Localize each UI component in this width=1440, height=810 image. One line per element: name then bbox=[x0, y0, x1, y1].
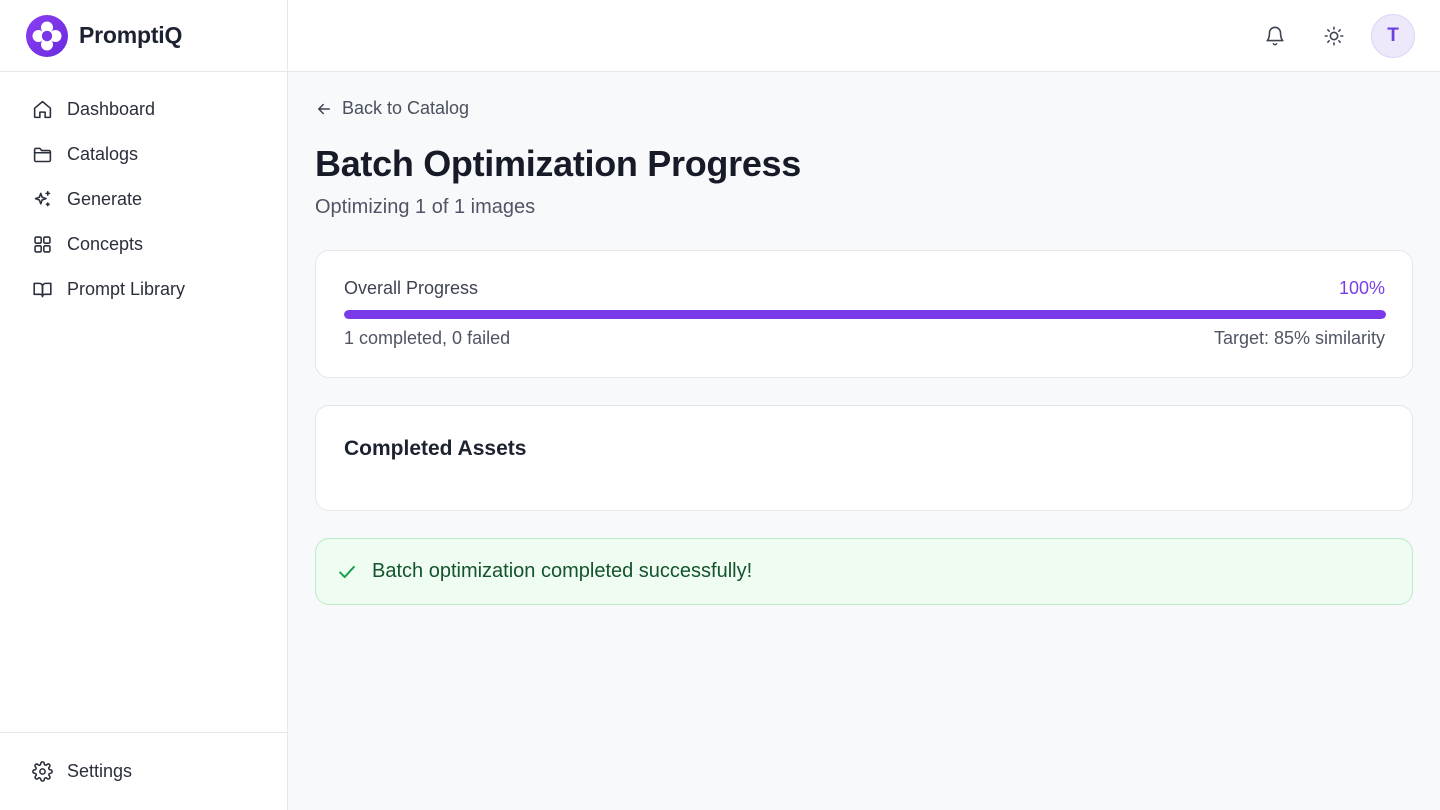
brand[interactable]: PromptiQ bbox=[0, 0, 287, 72]
back-link-label: Back to Catalog bbox=[342, 98, 470, 118]
app-window: PromptiQ Dashboard Catalogs Generate Con… bbox=[0, 0, 1440, 810]
arrow-left-icon bbox=[318, 103, 330, 114]
sidebar-item-label: Catalogs bbox=[67, 144, 139, 164]
progress-stats: 1 completed, 0 failed bbox=[344, 328, 511, 348]
sidebar-item-label: Generate bbox=[67, 189, 143, 209]
sparkles-icon bbox=[31, 188, 54, 211]
progress-target: Target: 85% similarity bbox=[1213, 328, 1385, 348]
success-message: Batch optimization completed successfull… bbox=[372, 560, 753, 582]
brand-logo-icon bbox=[26, 14, 68, 57]
page-title: Batch Optimization Progress bbox=[315, 143, 801, 184]
sidebar-item-settings[interactable]: Settings bbox=[0, 749, 287, 794]
theme-toggle-button[interactable] bbox=[1316, 18, 1352, 54]
top-header: T bbox=[288, 0, 1440, 72]
folder-icon bbox=[31, 143, 54, 166]
grid-icon bbox=[31, 233, 54, 256]
progress-bar-fill bbox=[344, 310, 1386, 319]
sidebar-item-prompt-library[interactable]: Prompt Library bbox=[0, 267, 287, 312]
notifications-button[interactable] bbox=[1257, 18, 1293, 54]
sidebar-item-label: Settings bbox=[67, 761, 133, 781]
book-icon bbox=[31, 278, 54, 301]
sun-icon bbox=[1324, 26, 1344, 46]
page-subtitle: Optimizing 1 of 1 images bbox=[315, 196, 536, 218]
sidebar-nav: Dashboard Catalogs Generate Concepts Pro… bbox=[0, 72, 287, 312]
sidebar-item-label: Concepts bbox=[67, 234, 144, 254]
sidebar-item-label: Prompt Library bbox=[67, 279, 186, 299]
sidebar-item-dashboard[interactable]: Dashboard bbox=[0, 87, 287, 132]
sidebar-footer: Settings bbox=[0, 732, 287, 810]
user-avatar[interactable]: T bbox=[1371, 14, 1415, 58]
back-to-catalog-link[interactable]: Back to Catalog bbox=[315, 98, 469, 119]
progress-percent: 100% bbox=[1338, 278, 1385, 298]
sidebar: PromptiQ Dashboard Catalogs Generate Con… bbox=[0, 0, 288, 810]
brand-name: PromptiQ bbox=[79, 22, 183, 48]
progress-label: Overall Progress bbox=[344, 278, 479, 298]
progress-bar bbox=[344, 310, 1386, 319]
bell-icon bbox=[1266, 26, 1284, 46]
completed-assets-card: Completed Assets bbox=[315, 405, 1413, 511]
sidebar-item-generate[interactable]: Generate bbox=[0, 177, 287, 222]
home-icon bbox=[31, 98, 54, 121]
sidebar-item-label: Dashboard bbox=[67, 99, 156, 119]
success-alert: Batch optimization completed successfull… bbox=[315, 538, 1413, 605]
sidebar-item-concepts[interactable]: Concepts bbox=[0, 222, 287, 267]
gear-icon bbox=[31, 760, 54, 783]
overall-progress-card: Overall Progress 100% 1 completed, 0 fai… bbox=[315, 250, 1413, 378]
completed-assets-title: Completed Assets bbox=[344, 437, 527, 460]
check-icon bbox=[339, 565, 355, 578]
sidebar-item-catalogs[interactable]: Catalogs bbox=[0, 132, 287, 177]
